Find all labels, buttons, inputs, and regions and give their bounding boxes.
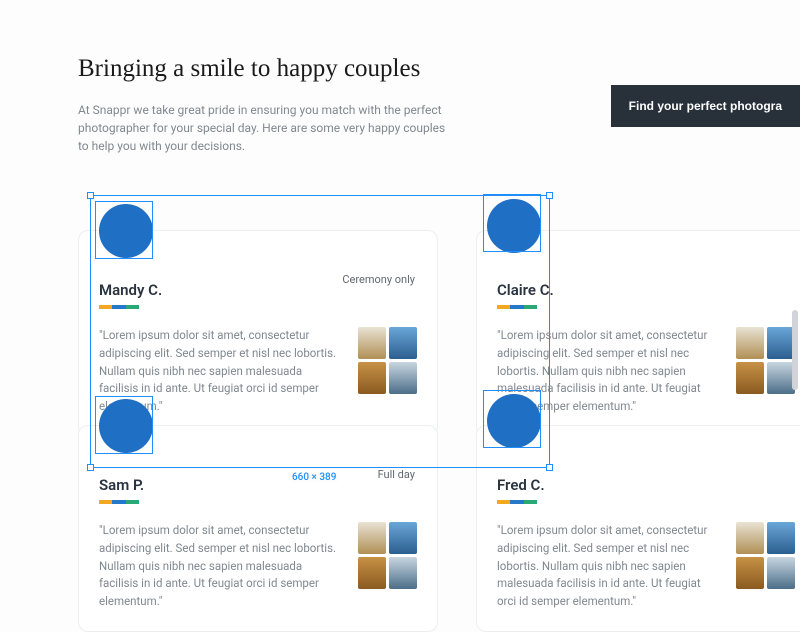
thumbnail[interactable] [389, 327, 417, 359]
thumbnail[interactable] [767, 327, 795, 359]
resize-handle[interactable] [87, 192, 94, 199]
testimonial-card[interactable]: Fred C. "Lorem ipsum dolor sit amet, con… [476, 425, 800, 632]
thumbnail[interactable] [389, 362, 417, 394]
reviewer-name: Claire C. [497, 281, 795, 299]
thumbnail[interactable] [358, 362, 386, 394]
testimonial-quote: "Lorem ipsum dolor sit amet, consectetur… [497, 522, 722, 611]
resize-handle[interactable] [546, 192, 553, 199]
thumbnail[interactable] [389, 557, 417, 589]
avatar [99, 399, 153, 453]
testimonial-quote: "Lorem ipsum dolor sit amet, consectetur… [99, 522, 344, 611]
thumbnail[interactable] [736, 362, 764, 394]
selection-size-label: 660 × 389 [290, 472, 338, 483]
testimonial-card[interactable]: Full day Sam P. "Lorem ipsum dolor sit a… [78, 425, 438, 632]
find-photographer-button[interactable]: Find your perfect photogra [611, 85, 800, 127]
reviewer-name: Sam P. [99, 476, 417, 494]
thumbnail[interactable] [767, 362, 795, 394]
photo-thumbnails [736, 522, 795, 611]
thumbnail[interactable] [736, 522, 764, 554]
accent-underline [497, 500, 537, 504]
accent-underline [497, 305, 537, 309]
thumbnail[interactable] [767, 557, 795, 589]
thumbnail[interactable] [358, 557, 386, 589]
avatar [487, 394, 541, 448]
photo-thumbnails [736, 327, 795, 416]
thumbnail[interactable] [767, 522, 795, 554]
accent-underline [99, 305, 139, 309]
photo-thumbnails [358, 522, 417, 611]
avatar [99, 204, 153, 258]
scrollbar[interactable] [792, 310, 798, 390]
thumbnail[interactable] [736, 557, 764, 589]
thumbnail[interactable] [389, 522, 417, 554]
photo-thumbnails [358, 327, 417, 416]
package-badge: Ceremony only [342, 273, 415, 286]
thumbnail[interactable] [358, 327, 386, 359]
page-title: Bringing a smile to happy couples [78, 55, 800, 83]
reviewer-name: Fred C. [497, 476, 795, 494]
thumbnail[interactable] [358, 522, 386, 554]
accent-underline [99, 500, 139, 504]
package-badge: Full day [378, 468, 415, 481]
thumbnail[interactable] [736, 327, 764, 359]
avatar [487, 199, 541, 253]
page-subtitle: At Snappr we take great pride in ensurin… [78, 101, 458, 155]
